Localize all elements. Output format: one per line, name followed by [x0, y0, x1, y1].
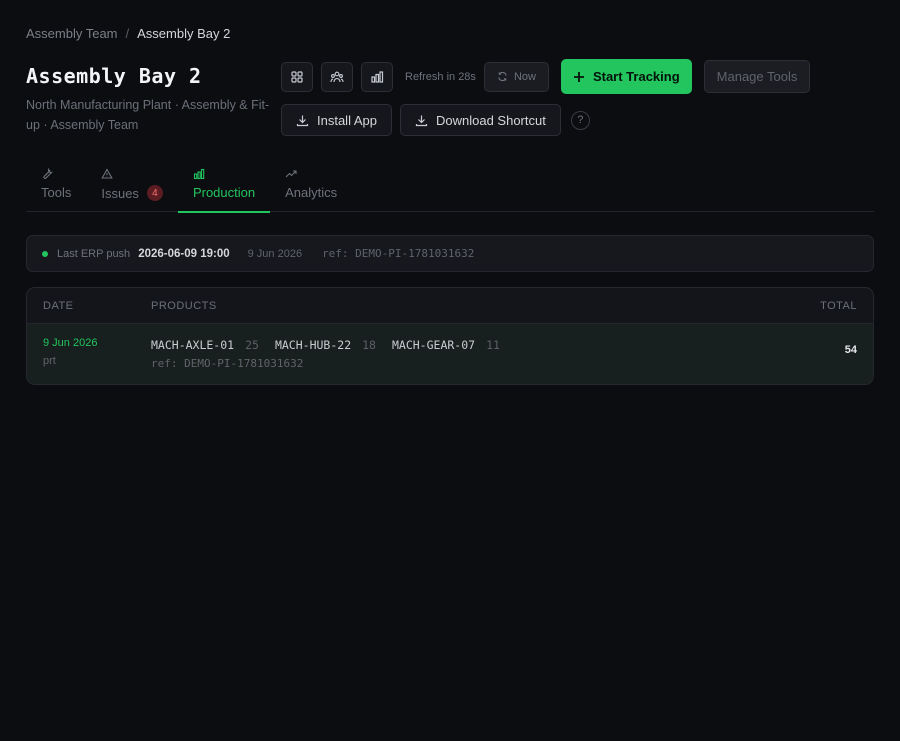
bar-chart-icon — [371, 70, 384, 83]
download-icon — [415, 115, 428, 126]
product-item: MACH-AXLE-01 25 — [151, 338, 259, 352]
product-code: MACH-AXLE-01 — [151, 338, 235, 352]
refresh-now-button[interactable]: Now — [483, 61, 549, 92]
page-subtitle: North Manufacturing Plant · Assembly & F… — [26, 98, 270, 132]
grid-icon — [291, 70, 303, 83]
row-total: 54 — [844, 344, 857, 356]
erp-status-bar: Last ERP push 2026-06-09 19:00 9 Jun 202… — [26, 235, 874, 272]
start-tracking-label: Start Tracking — [592, 69, 680, 84]
table-row[interactable]: 9 Jun 2026 prt MACH-AXLE-01 25 MACH-HUB-… — [27, 324, 873, 384]
tab-issues[interactable]: Issues 4 — [86, 160, 178, 212]
product-item: MACH-GEAR-07 11 — [392, 338, 500, 352]
help-button[interactable]: ? — [570, 110, 590, 130]
team-view-button[interactable] — [321, 61, 353, 92]
tab-tools-label: Tools — [41, 185, 72, 200]
breadcrumb: Assembly Team / Assembly Bay 2 — [26, 26, 230, 41]
trend-icon — [285, 170, 297, 178]
manage-tools-button[interactable]: Manage Tools — [703, 60, 811, 93]
column-header-total: TOTAL — [820, 300, 857, 312]
download-shortcut-button[interactable]: Download Shortcut — [400, 104, 561, 136]
erp-ref: ref: DEMO-PI-1781031632 — [322, 247, 475, 260]
bar-chart-icon — [193, 168, 205, 180]
tab-analytics-label: Analytics — [285, 185, 338, 200]
product-qty: 11 — [486, 338, 500, 352]
download-shortcut-label: Download Shortcut — [436, 112, 546, 128]
toolbar-secondary: Install App Download Shortcut ? — [281, 104, 590, 136]
product-qty: 18 — [362, 338, 376, 352]
row-shift: prt — [43, 355, 56, 367]
tab-issues-label: Issues — [101, 185, 139, 201]
download-icon — [296, 115, 309, 126]
chart-view-button[interactable] — [361, 61, 393, 92]
production-table: DATE PRODUCTS TOTAL 9 Jun 2026 prt MACH-… — [26, 287, 874, 385]
start-tracking-button[interactable]: Start Tracking — [560, 59, 692, 94]
column-header-products: PRODUCTS — [151, 300, 217, 312]
product-qty: 25 — [245, 338, 259, 352]
refresh-icon — [498, 71, 507, 82]
erp-date: 9 Jun 2026 — [247, 247, 303, 260]
tab-production-label: Production — [192, 185, 256, 200]
grid-view-button[interactable] — [281, 61, 313, 92]
breadcrumb-separator: / — [125, 26, 130, 41]
install-app-label: Install App — [317, 112, 377, 128]
product-item: MACH-HUB-22 18 — [275, 338, 376, 352]
breadcrumb-parent-link[interactable]: Assembly Team — [26, 26, 118, 41]
wrench-icon — [43, 168, 53, 179]
erp-timestamp: 2026-06-09 19:00 — [138, 247, 230, 260]
erp-label: Last ERP push — [57, 247, 131, 260]
product-code: MACH-HUB-22 — [274, 338, 352, 352]
tab-analytics[interactable]: Analytics — [270, 160, 352, 212]
tab-production[interactable]: Production — [177, 160, 271, 213]
breadcrumb-current: Assembly Bay 2 — [137, 26, 231, 41]
refresh-now-label: Now — [513, 70, 536, 83]
status-dot — [42, 250, 48, 257]
toolbar-primary: Refresh in 28s Now Start Tracking Manage… — [281, 59, 811, 94]
row-date: 9 Jun 2026 — [43, 337, 98, 349]
tab-tools[interactable]: Tools — [26, 160, 86, 212]
product-code: MACH-GEAR-07 — [391, 338, 476, 352]
row-ref: ref: DEMO-PI-1781031632 — [151, 357, 304, 370]
plus-icon — [573, 71, 584, 82]
tab-bar: Tools Issues 4 Production Analytics — [26, 160, 874, 213]
team-icon — [330, 71, 344, 82]
column-header-date: DATE — [43, 300, 74, 312]
refresh-countdown: Refresh in 28s — [405, 70, 476, 83]
row-products: MACH-AXLE-01 25 MACH-HUB-22 18 MACH-GEAR… — [151, 338, 500, 352]
table-header: DATE PRODUCTS TOTAL — [27, 288, 873, 324]
warning-icon — [101, 168, 114, 179]
install-app-button[interactable]: Install App — [281, 104, 392, 136]
page-title: Assembly Bay 2 — [26, 64, 202, 88]
page: Assembly Team / Assembly Bay 2 Assembly … — [0, 0, 900, 741]
issues-count-badge: 4 — [146, 185, 163, 201]
